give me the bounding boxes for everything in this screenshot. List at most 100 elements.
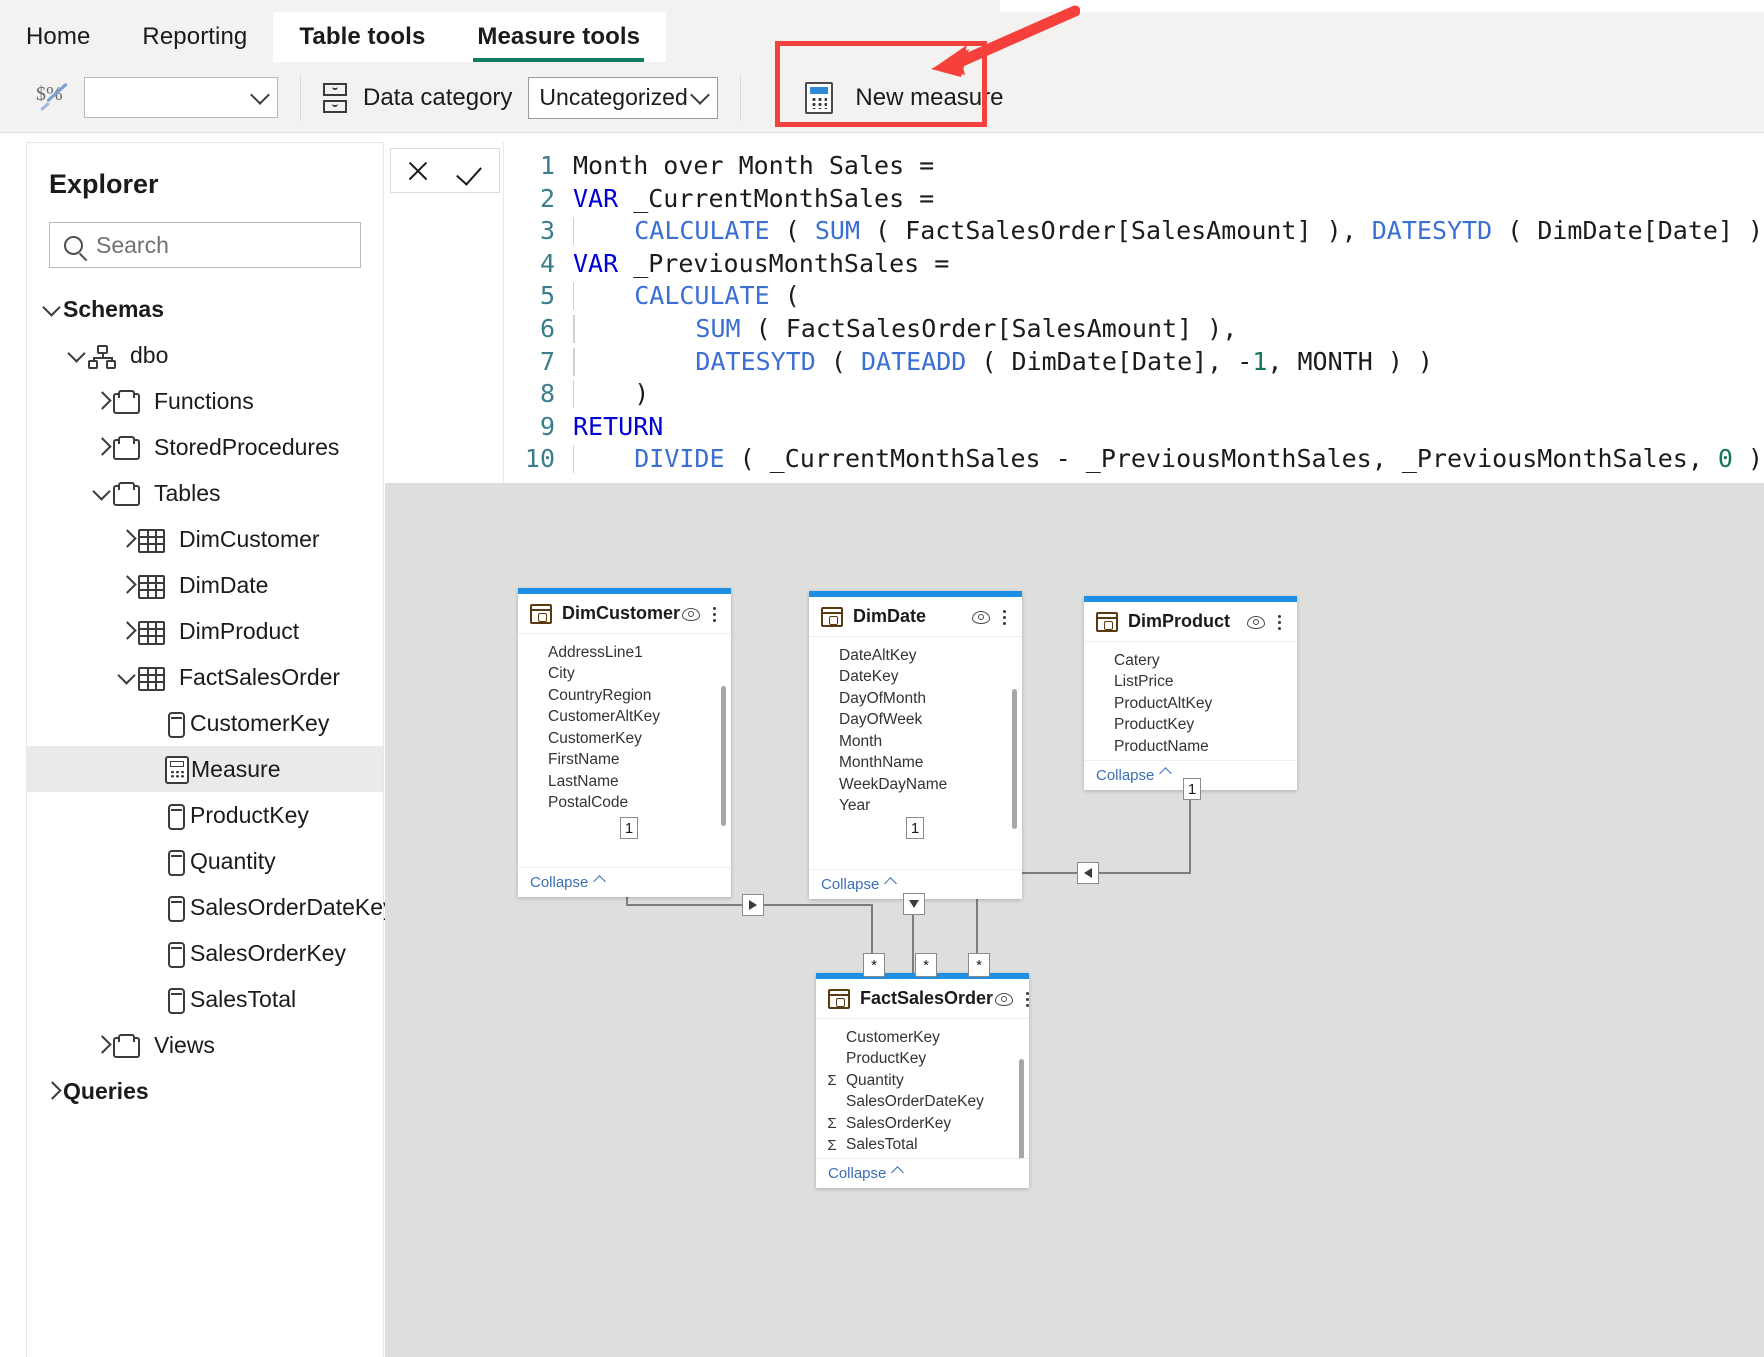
card-title: DimCustomer xyxy=(562,603,680,624)
more-options-icon[interactable] xyxy=(1271,612,1289,632)
tab-home[interactable]: Home xyxy=(0,12,116,62)
table-field-row[interactable]: CustomerKey xyxy=(518,728,731,750)
eye-icon[interactable] xyxy=(680,606,702,622)
table-field-row[interactable]: AddressLine1 xyxy=(518,642,731,664)
tree-node-views[interactable]: Views xyxy=(27,1022,383,1068)
table-field-row[interactable]: CountryRegion xyxy=(518,685,731,707)
table-field-row[interactable]: ProductKey xyxy=(816,1049,1029,1071)
card-collapse-button[interactable]: Collapse xyxy=(816,1158,1029,1188)
table-field-row[interactable]: WeekDayName xyxy=(809,774,1022,796)
table-field-row[interactable]: MonthName xyxy=(809,753,1022,775)
chevron-down-icon[interactable] xyxy=(91,482,113,504)
eye-icon[interactable] xyxy=(970,609,992,625)
eye-icon[interactable] xyxy=(1245,614,1267,630)
table-card-dimdate[interactable]: DimDateDateAltKeyDateKeyDayOfMonthDayOfW… xyxy=(809,591,1022,899)
table-field-row[interactable]: DateKey xyxy=(809,667,1022,689)
table-field-row[interactable]: ΣQuantity xyxy=(816,1070,1029,1092)
chevron-down-icon xyxy=(691,85,711,105)
table-field-row[interactable]: CustomerAltKey xyxy=(518,707,731,729)
tree-node-salesorderkey[interactable]: SalesOrderKey xyxy=(27,930,383,976)
table-card-factsalesorder[interactable]: FactSalesOrder CustomerKeyProductKeyΣQuan… xyxy=(816,973,1029,1188)
card-scrollbar[interactable] xyxy=(721,686,726,826)
tree-node-schemas[interactable]: Schemas xyxy=(27,286,383,332)
table-card-dimproduct[interactable]: DimProductCateryListPriceProductAltKeyPr… xyxy=(1084,596,1297,790)
new-measure-button[interactable]: New measure xyxy=(785,69,1029,127)
eye-icon[interactable] xyxy=(993,991,1015,1007)
chevron-right-icon[interactable] xyxy=(91,436,113,458)
tree-node-dimcustomer[interactable]: DimCustomer xyxy=(27,516,383,562)
table-field-row[interactable]: SalesOrderDateKey xyxy=(816,1092,1029,1114)
calculator-icon xyxy=(805,82,833,114)
code-token: ( xyxy=(816,347,861,376)
chevron-right-icon[interactable] xyxy=(116,528,138,550)
tree-node-tables[interactable]: Tables xyxy=(27,470,383,516)
table-field-row[interactable]: ProductName xyxy=(1084,736,1297,758)
commit-icon[interactable] xyxy=(455,154,489,188)
measure-icon xyxy=(165,756,189,784)
tree-node-functions[interactable]: Functions xyxy=(27,378,383,424)
chevron-right-icon[interactable] xyxy=(91,1034,113,1056)
table-field-row[interactable]: ListPrice xyxy=(1084,672,1297,694)
tree-node-quantity[interactable]: Quantity xyxy=(27,838,383,884)
table-field-row[interactable]: DateAltKey xyxy=(809,645,1022,667)
table-field-row[interactable]: Catery xyxy=(1084,650,1297,672)
more-options-icon[interactable] xyxy=(706,604,724,624)
chevron-down-icon[interactable] xyxy=(66,344,88,366)
table-field-row[interactable]: ProductKey xyxy=(1084,715,1297,737)
tree-node-storedprocedures[interactable]: StoredProcedures xyxy=(27,424,383,470)
chevron-right-icon[interactable] xyxy=(41,1080,63,1102)
tree-spacer xyxy=(141,712,163,734)
tab-table-tools[interactable]: Table tools xyxy=(273,12,451,62)
card-collapse-button[interactable]: Collapse xyxy=(518,867,731,897)
toolbar-divider-2 xyxy=(740,75,741,121)
table-field-row[interactable]: LastName xyxy=(518,771,731,793)
data-category-select[interactable]: Uncategorized xyxy=(528,77,718,119)
tree-spacer xyxy=(141,758,163,780)
table-field-row[interactable]: ΣSalesOrderKey xyxy=(816,1113,1029,1135)
table-card-dimcustomer[interactable]: DimCustomer AddressLine1CityCountryRegion… xyxy=(518,588,731,897)
tree-node-productkey[interactable]: ProductKey xyxy=(27,792,383,838)
table-field-row[interactable]: DayOfMonth xyxy=(809,688,1022,710)
dax-code-area[interactable]: 1Month over Month Sales =2VAR _CurrentMo… xyxy=(509,150,1764,476)
chevron-down-icon[interactable] xyxy=(116,666,138,688)
tab-reporting[interactable]: Reporting xyxy=(116,12,273,62)
format-combo[interactable] xyxy=(84,77,278,118)
chevron-right-icon[interactable] xyxy=(116,574,138,596)
table-field-label: FirstName xyxy=(548,751,619,769)
table-field-row[interactable]: Month xyxy=(809,731,1022,753)
sigma-icon: Σ xyxy=(824,1072,840,1089)
card-scrollbar[interactable] xyxy=(1012,689,1017,829)
tree-node-queries[interactable]: Queries xyxy=(27,1068,383,1114)
tab-reporting-label: Reporting xyxy=(142,23,247,51)
tree-node-salesorderdatekey[interactable]: SalesOrderDateKey xyxy=(27,884,383,930)
table-field-row[interactable]: ProductAltKey xyxy=(1084,693,1297,715)
chevron-right-icon[interactable] xyxy=(116,620,138,642)
model-diagram-canvas[interactable]: DimCustomer AddressLine1CityCountryRegion… xyxy=(385,483,1764,1357)
table-field-row[interactable]: DayOfWeek xyxy=(809,710,1022,732)
table-field-row[interactable]: City xyxy=(518,664,731,686)
card-scrollbar[interactable] xyxy=(1019,1059,1024,1158)
tree-node-dimdate[interactable]: DimDate xyxy=(27,562,383,608)
tree-node-factsalesorder[interactable]: FactSalesOrder xyxy=(27,654,383,700)
more-options-icon[interactable] xyxy=(996,607,1014,627)
table-field-row[interactable]: CustomerKey xyxy=(816,1027,1029,1049)
table-field-label: Catery xyxy=(1114,652,1160,670)
tree-node-dimproduct[interactable]: DimProduct xyxy=(27,608,383,654)
chevron-down-icon[interactable] xyxy=(41,298,63,320)
table-field-row[interactable]: FirstName xyxy=(518,750,731,772)
cancel-icon[interactable] xyxy=(401,154,435,188)
tree-node-measure[interactable]: Measure xyxy=(27,746,383,792)
tree-node-salestotal[interactable]: SalesTotal xyxy=(27,976,383,1022)
table-field-row[interactable]: ΣSalesTotal xyxy=(816,1135,1029,1157)
editor-separator xyxy=(503,142,504,483)
more-options-icon[interactable] xyxy=(1019,989,1037,1009)
table-field-row[interactable]: PostalCode xyxy=(518,793,731,815)
chevron-right-icon[interactable] xyxy=(91,390,113,412)
tree-node-customerkey[interactable]: CustomerKey xyxy=(27,700,383,746)
table-field-row[interactable]: Year xyxy=(809,796,1022,818)
tab-measure-tools[interactable]: Measure tools xyxy=(451,12,666,62)
card-header: FactSalesOrder xyxy=(816,979,1029,1019)
search-input[interactable]: Search xyxy=(49,222,361,268)
tree-node-dbo[interactable]: dbo xyxy=(27,332,383,378)
tree-node-label: SalesTotal xyxy=(190,986,296,1013)
